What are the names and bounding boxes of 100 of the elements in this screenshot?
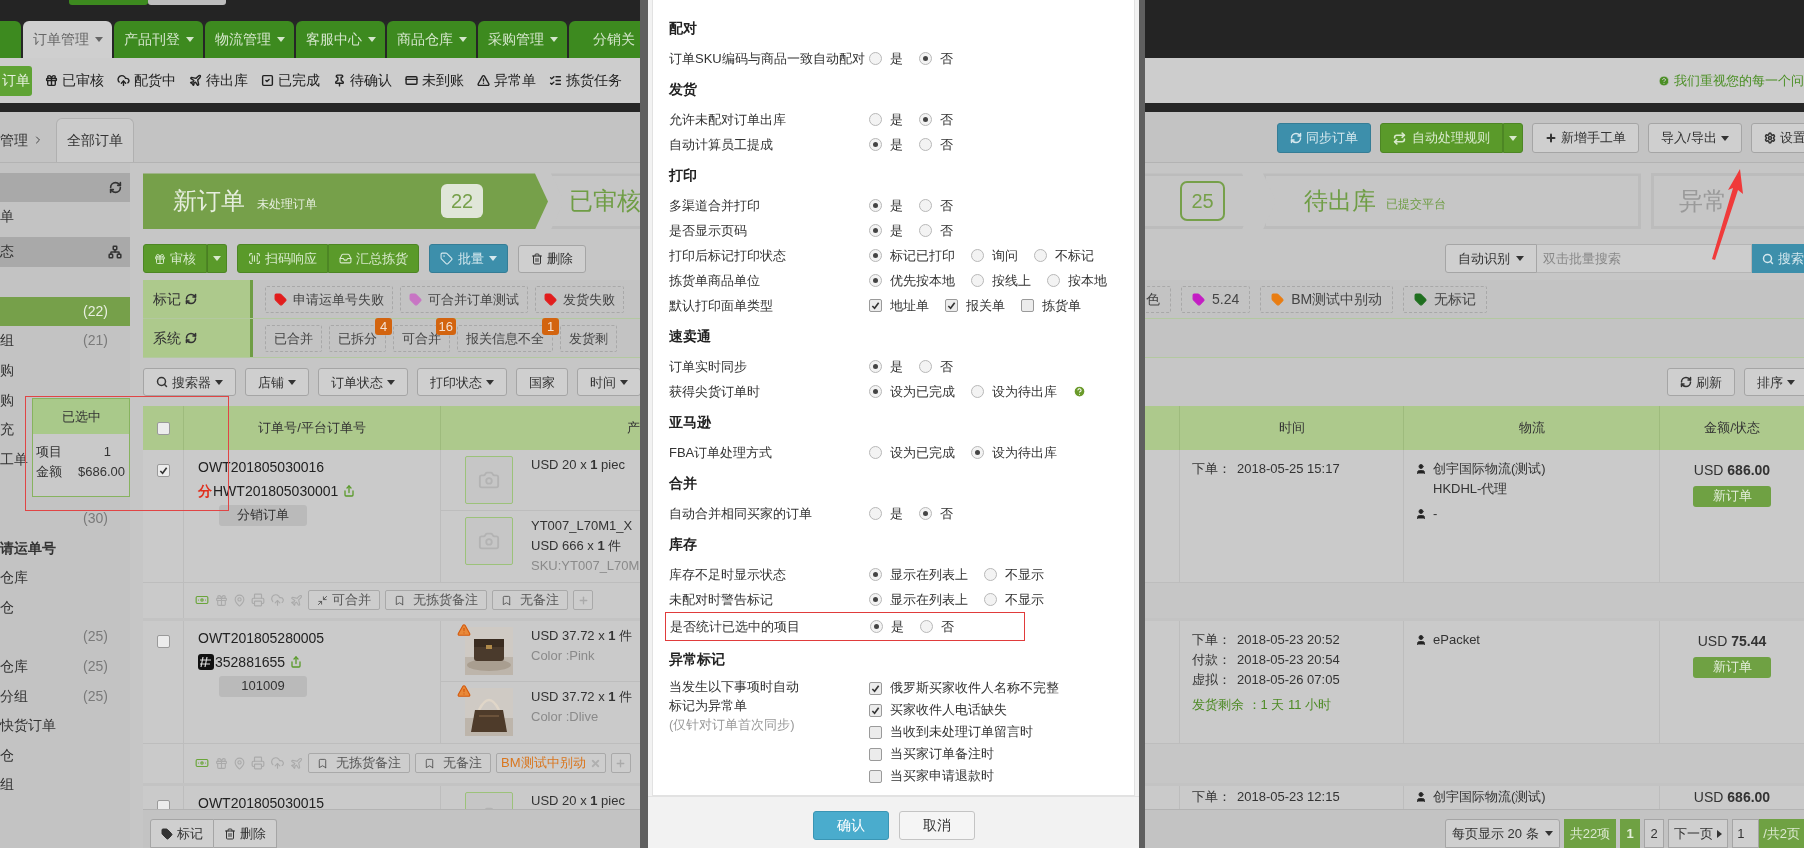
sub-nav-item[interactable]: 已审核 [45, 65, 104, 96]
refresh-button[interactable]: 刷新 [1667, 368, 1735, 397]
page-tab[interactable]: 全部订单 [56, 118, 134, 162]
radio-button[interactable] [1034, 249, 1047, 262]
radio-button[interactable] [870, 620, 883, 634]
delete-button[interactable]: 删除 [518, 244, 586, 273]
header-tab[interactable] [148, 0, 226, 5]
radio-button[interactable] [1047, 274, 1060, 287]
checkbox[interactable] [869, 681, 882, 695]
note-tag[interactable]: 无拣货备注 [308, 753, 410, 774]
radio-button[interactable] [971, 446, 984, 459]
note-tag[interactable]: 无备注 [492, 590, 568, 611]
search-button[interactable]: 搜索 [1752, 244, 1804, 274]
sub-nav-item[interactable]: 待确认 [333, 65, 392, 96]
refresh-icon[interactable] [185, 293, 197, 306]
pin-icon[interactable] [233, 593, 246, 607]
header-tab[interactable] [69, 0, 148, 5]
gift-icon[interactable] [215, 593, 228, 607]
radio-button[interactable] [869, 138, 882, 151]
nav-tab[interactable]: 客服中心 [296, 21, 385, 58]
nav-tab[interactable]: 订单管理 [23, 21, 112, 58]
filter-tag[interactable]: 5.24 [1181, 285, 1251, 313]
nav-tab[interactable]: 分销关 [569, 21, 640, 58]
printer-icon[interactable] [251, 756, 265, 771]
radio-button[interactable] [869, 507, 882, 520]
filter-tag[interactable]: 色 [1145, 285, 1171, 313]
checkbox[interactable] [869, 769, 882, 783]
radio-button[interactable] [984, 593, 997, 606]
note-tag[interactable]: 无备注 [415, 753, 491, 774]
sidebar-item[interactable]: 单 [0, 202, 130, 232]
filter-tag[interactable]: BM测试中别动 [1260, 285, 1394, 313]
checkbox[interactable] [156, 634, 170, 648]
page-button[interactable]: 2 [1644, 819, 1665, 848]
sub-nav-item[interactable]: 拣货任务 [549, 65, 622, 96]
note-tag[interactable]: 无拣货备注 [385, 590, 487, 611]
filter-dropdown[interactable]: 搜索器 [143, 368, 236, 397]
radio-button[interactable] [971, 385, 984, 398]
radio-button[interactable] [919, 113, 932, 126]
nav-tab[interactable]: 物流管理 [205, 21, 294, 58]
radio-button[interactable] [919, 360, 932, 373]
add-button[interactable] [610, 753, 631, 774]
radio-button[interactable] [869, 446, 882, 459]
sidebar-item[interactable]: 分组 (25) [0, 681, 130, 711]
page-size-dropdown[interactable]: 每页显示 20 条 [1445, 819, 1560, 848]
plane-icon[interactable] [290, 756, 303, 770]
nav-tab[interactable]: 商品仓库 [387, 21, 476, 58]
sidebar-item[interactable]: 快货订单 [0, 710, 130, 741]
filter-tag[interactable]: 发货失败 [535, 285, 624, 313]
breadcrumb-link[interactable]: 管理 [0, 129, 28, 151]
cloud-upload-icon[interactable] [270, 593, 285, 608]
sidebar-item[interactable]: 仓 [0, 592, 130, 623]
filter-dropdown[interactable]: 国家 [516, 368, 568, 397]
filter-tag[interactable]: 可合并订单测试 [400, 285, 528, 313]
radio-button[interactable] [919, 52, 932, 65]
pin-icon[interactable] [233, 756, 246, 770]
radio-button[interactable] [919, 507, 932, 520]
printer-icon[interactable] [251, 593, 265, 608]
sort-dropdown[interactable]: 排序 [1744, 368, 1804, 397]
checkbox[interactable] [869, 299, 882, 312]
share-icon[interactable] [290, 655, 303, 668]
filter-tag[interactable]: 无标记 [1403, 285, 1488, 313]
sidebar-item[interactable]: 组 (21) [0, 326, 130, 356]
add-button[interactable] [573, 590, 593, 611]
search-mode-dropdown[interactable]: 自动识别 [1445, 244, 1537, 274]
radio-button[interactable] [984, 568, 997, 581]
sidebar-group-header[interactable]: 态 [0, 236, 130, 267]
cloud-upload-icon[interactable] [270, 756, 285, 771]
sub-nav-item[interactable]: 配货中 [117, 65, 176, 96]
refresh-icon[interactable] [109, 181, 122, 194]
filter-tag[interactable]: 已合并 [265, 324, 322, 352]
radio-button[interactable] [869, 274, 882, 287]
sidebar-item[interactable]: 仓库 (25) [0, 651, 130, 682]
checkbox[interactable] [869, 747, 882, 761]
import-export-button[interactable]: 导入/导出 [1648, 123, 1742, 153]
filter-dropdown[interactable]: 时间 [577, 368, 640, 397]
sync-button[interactable]: 同步订单 [1277, 123, 1371, 153]
sidebar-item[interactable]: 仓 [0, 740, 130, 771]
radio-button[interactable] [971, 249, 984, 262]
radio-button[interactable] [920, 620, 933, 634]
mark-button[interactable]: 标记 [150, 819, 214, 848]
radio-button[interactable] [869, 199, 882, 212]
radio-button[interactable] [869, 360, 882, 373]
dropdown-toggle[interactable] [207, 244, 227, 274]
dropdown-toggle[interactable] [1503, 123, 1523, 153]
next-page-button[interactable]: 下一页 [1668, 819, 1729, 848]
filter-tag[interactable]: 发货剩 [560, 324, 617, 352]
filter-tag[interactable]: 申请运单号失败 [265, 285, 393, 313]
merge-tag[interactable]: 可合并 [308, 590, 380, 611]
checkbox[interactable] [945, 299, 958, 312]
refresh-icon[interactable] [185, 332, 197, 345]
nav-tab[interactable]: 采购管理 [478, 21, 567, 58]
radio-button[interactable] [919, 138, 932, 151]
checkbox[interactable] [156, 421, 170, 435]
radio-button[interactable] [869, 249, 882, 262]
checkbox[interactable] [869, 725, 882, 739]
sub-nav-item[interactable]: 待出库 [189, 65, 248, 96]
sub-nav-item[interactable]: 未到账 [405, 65, 464, 96]
search-field[interactable]: 双击批量搜索 [1537, 244, 1752, 274]
radio-button[interactable] [869, 113, 882, 126]
gift-icon[interactable] [215, 756, 228, 770]
